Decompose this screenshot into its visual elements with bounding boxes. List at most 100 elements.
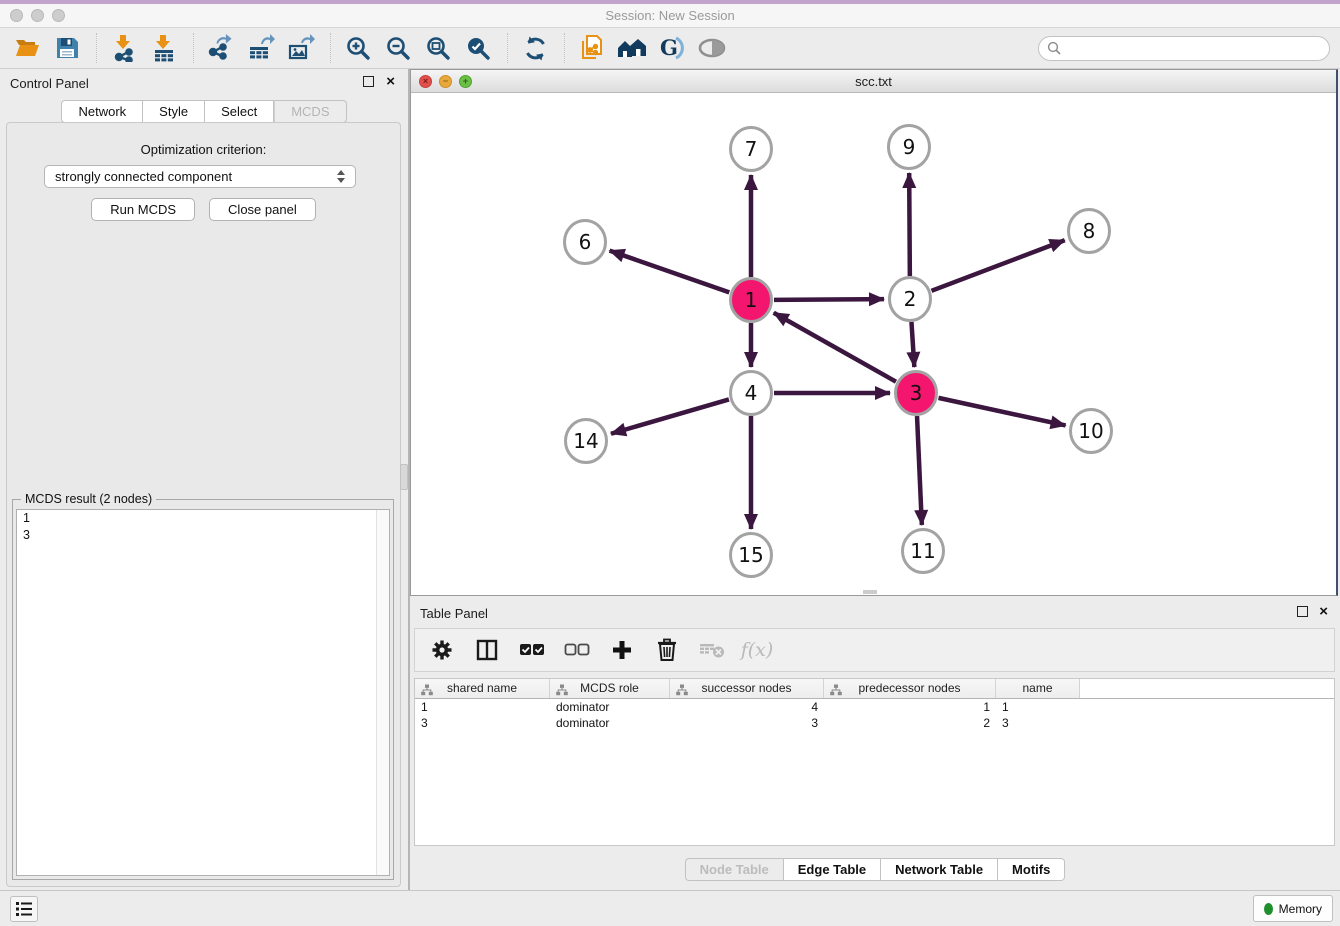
optimization-criterion-label: Optimization criterion: (7, 142, 400, 157)
genemania-icon[interactable]: G (655, 32, 689, 64)
graph-node-11[interactable]: 11 (903, 530, 944, 573)
zoom-out-icon[interactable] (381, 32, 415, 64)
tab-edge-table[interactable]: Edge Table (784, 858, 881, 881)
eye-icon[interactable] (695, 32, 729, 64)
tab-select[interactable]: Select (205, 100, 274, 123)
column-header-successor-nodes[interactable]: successor nodes (670, 679, 824, 698)
zoom-in-icon[interactable] (341, 32, 375, 64)
network-canvas[interactable]: 7 9 6 8 1 2 4 3 14 10 15 11 (411, 93, 1336, 595)
splitter-handle[interactable] (400, 464, 408, 490)
table-cell[interactable]: 3 (415, 715, 550, 731)
svg-text:9: 9 (903, 135, 916, 159)
add-row-icon[interactable] (607, 635, 637, 665)
edge-4-14[interactable] (611, 399, 729, 433)
delete-row-icon[interactable] (652, 635, 682, 665)
table-cell[interactable]: 1 (996, 699, 1080, 715)
node-table: shared nameMCDS rolesuccessor nodesprede… (414, 678, 1335, 846)
control-panel-title: Control Panel (10, 69, 89, 98)
tab-mcds[interactable]: MCDS (274, 100, 346, 123)
edge-1-2[interactable] (774, 299, 884, 300)
column-header-name[interactable]: name (996, 679, 1080, 698)
import-network-icon[interactable] (107, 32, 141, 64)
memory-button[interactable]: Memory (1253, 895, 1333, 922)
edge-2-9[interactable] (909, 173, 910, 276)
edge-2-3[interactable] (911, 322, 914, 367)
network-frame-title: scc.txt (411, 70, 1336, 93)
result-scrollbar[interactable] (376, 510, 389, 875)
toolbar-separator (330, 33, 331, 63)
result-node-id: 3 (17, 527, 389, 544)
frame-resize-grip[interactable] (863, 590, 877, 594)
column-header-predecessor-nodes[interactable]: predecessor nodes (824, 679, 996, 698)
open-session-icon[interactable] (10, 32, 44, 64)
graph-node-8[interactable]: 8 (1069, 210, 1110, 253)
zoom-selected-icon[interactable] (461, 32, 495, 64)
graph-node-6[interactable]: 6 (565, 221, 606, 264)
criterion-select[interactable]: strongly connected component (44, 165, 356, 188)
graph-node-7[interactable]: 7 (731, 128, 772, 171)
column-label: name (996, 679, 1079, 698)
function-builder-label: f(x) (741, 639, 774, 661)
table-cell[interactable]: dominator (550, 699, 670, 715)
table-cell[interactable]: 1 (415, 699, 550, 715)
result-node-id: 1 (17, 510, 389, 527)
deselect-all-icon[interactable] (562, 635, 592, 665)
columns-icon[interactable] (472, 635, 502, 665)
refresh-layout-icon[interactable] (518, 32, 552, 64)
application-window: Session: New Session G Control Panel × N… (0, 0, 1340, 926)
table-cell[interactable]: dominator (550, 715, 670, 731)
edge-3-10[interactable] (938, 398, 1065, 426)
graph-node-4[interactable]: 4 (731, 372, 772, 415)
select-all-icon[interactable] (517, 635, 547, 665)
delete-table-icon (697, 635, 727, 665)
graph-node-2[interactable]: 2 (890, 278, 931, 321)
table-cell[interactable]: 3 (996, 715, 1080, 731)
save-session-icon[interactable] (50, 32, 84, 64)
zoom-fit-icon[interactable] (421, 32, 455, 64)
svg-text:14: 14 (573, 429, 598, 453)
column-header-shared-name[interactable]: shared name (415, 679, 550, 698)
edge-2-8[interactable] (932, 240, 1065, 291)
float-panel-icon[interactable] (363, 76, 374, 87)
close-table-panel-icon[interactable]: × (1319, 602, 1328, 622)
tab-network[interactable]: Network (61, 100, 143, 123)
home-icon[interactable] (615, 32, 649, 64)
table-cell[interactable]: 3 (670, 715, 824, 731)
table-cell[interactable]: 2 (824, 715, 996, 731)
table-cell[interactable]: 4 (670, 699, 824, 715)
table-row[interactable]: 3dominator323 (415, 715, 1334, 731)
edge-3-1[interactable] (774, 313, 896, 382)
tab-network-table[interactable]: Network Table (881, 858, 998, 881)
clone-network-icon[interactable] (575, 32, 609, 64)
memory-status-icon (1264, 903, 1273, 915)
export-network-icon[interactable] (204, 32, 238, 64)
export-image-icon[interactable] (284, 32, 318, 64)
float-table-panel-icon[interactable] (1297, 606, 1308, 617)
search-input[interactable] (1038, 36, 1330, 61)
app-title: Session: New Session (0, 4, 1340, 28)
svg-text:1: 1 (745, 288, 758, 312)
graph-node-15[interactable]: 15 (731, 534, 772, 577)
graph-node-1[interactable]: 1 (731, 279, 772, 322)
graph-node-14[interactable]: 14 (566, 420, 607, 463)
graph-node-9[interactable]: 9 (889, 126, 930, 169)
tab-node-table[interactable]: Node Table (685, 858, 784, 881)
run-mcds-button[interactable]: Run MCDS (91, 198, 195, 221)
mcds-result-list[interactable]: 13 (16, 509, 390, 876)
edge-3-11[interactable] (917, 416, 922, 525)
settings-icon[interactable] (427, 635, 457, 665)
graph-node-3[interactable]: 3 (896, 372, 937, 415)
close-panel-button[interactable]: Close panel (209, 198, 316, 221)
column-header-MCDS-role[interactable]: MCDS role (550, 679, 670, 698)
tab-style[interactable]: Style (143, 100, 205, 123)
table-row[interactable]: 1dominator411 (415, 699, 1334, 715)
table-cell[interactable]: 1 (824, 699, 996, 715)
task-history-button[interactable] (10, 896, 38, 922)
title-bar: Session: New Session (0, 4, 1340, 28)
import-table-icon[interactable] (147, 32, 181, 64)
export-table-icon[interactable] (244, 32, 278, 64)
close-panel-icon[interactable]: × (386, 72, 395, 92)
edge-1-6[interactable] (610, 251, 730, 293)
graph-node-10[interactable]: 10 (1071, 410, 1112, 453)
tab-motifs[interactable]: Motifs (998, 858, 1065, 881)
